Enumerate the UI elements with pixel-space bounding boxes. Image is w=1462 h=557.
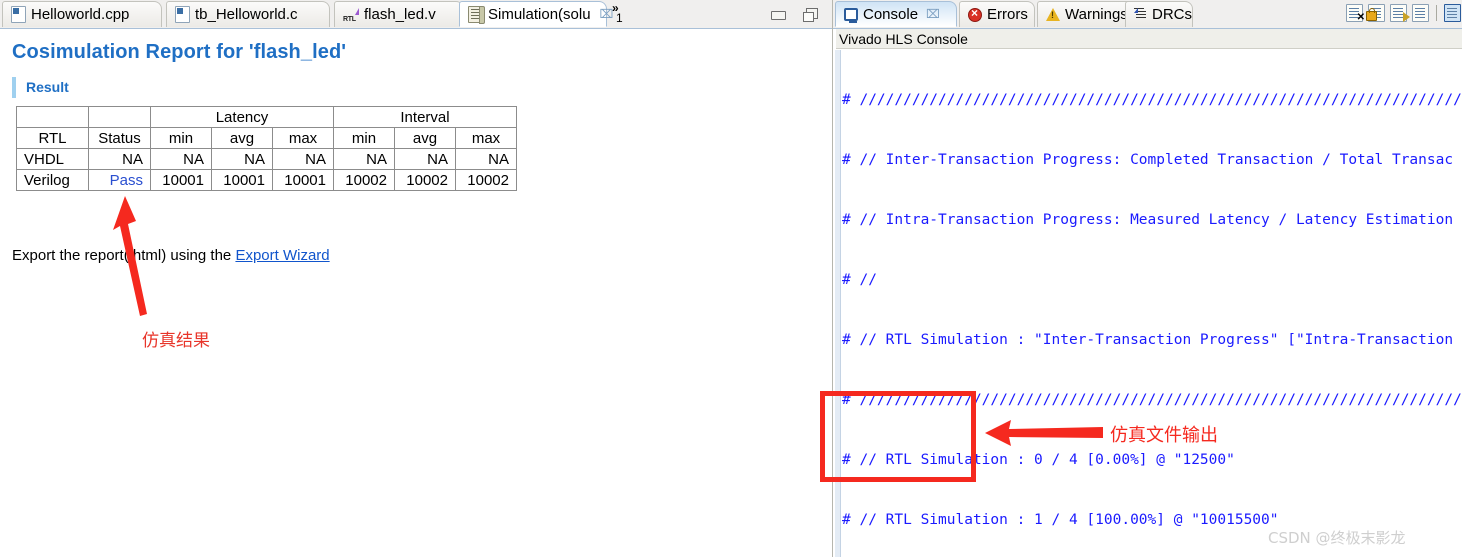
pin-console-icon[interactable]: [1390, 4, 1410, 22]
cell-latency-avg: NA: [211, 148, 273, 170]
display-selected-console-icon[interactable]: [1412, 4, 1429, 22]
column-header-status: Status: [88, 127, 151, 149]
cell-latency-min: 10001: [150, 169, 212, 191]
cell-interval-max: 10002: [455, 169, 517, 191]
editor-tab-label: Simulation(solu: [488, 5, 591, 23]
minimize-button[interactable]: [770, 8, 786, 22]
group-header-blank-1: [16, 106, 89, 128]
application-window: Helloworld.cpp tb_Helloworld.c RTL flash…: [0, 0, 1462, 557]
console-title: Vivado HLS Console: [836, 29, 1462, 49]
result-section-header: Result: [12, 77, 816, 98]
cell-interval-min: 10002: [333, 169, 395, 191]
cell-interval-max: NA: [455, 148, 517, 170]
console-line: # // Intra-Transaction Progress: Measure…: [842, 212, 1454, 228]
console-line: # //: [842, 272, 877, 288]
tab-drcs[interactable]: DRCs: [1125, 1, 1193, 27]
cell-rtl: VHDL: [16, 148, 89, 170]
column-header-latency-avg: avg: [211, 127, 273, 149]
column-header-interval-min: min: [333, 127, 395, 149]
column-header-latency-max: max: [272, 127, 334, 149]
tab-overflow-count: 1: [616, 11, 623, 25]
cell-interval-avg: 10002: [394, 169, 456, 191]
table-row: VHDL NA NA NA NA NA NA NA: [16, 148, 517, 170]
console-tab-label: Warnings: [1065, 6, 1128, 23]
editor-tab-simulation[interactable]: Simulation(solu ⌧: [459, 1, 613, 27]
tab-errors[interactable]: Errors: [959, 1, 1035, 27]
cell-latency-max: NA: [272, 148, 334, 170]
close-icon[interactable]: ⌧: [926, 7, 940, 21]
cell-latency-min: NA: [150, 148, 212, 170]
table-row: Verilog Pass 10001 10001 10001 10002 100…: [16, 169, 517, 191]
console-tab-label: Console: [863, 5, 919, 23]
annotation-arrow-left: [113, 196, 147, 316]
clear-console-icon[interactable]: ✕: [1346, 4, 1365, 23]
cell-interval-min: NA: [333, 148, 395, 170]
cosimulation-result-table: Latency Interval RTL Status min avg max …: [16, 106, 517, 191]
column-header-latency-min: min: [150, 127, 212, 149]
maximize-button[interactable]: [803, 8, 819, 22]
column-header-interval-avg: avg: [394, 127, 456, 149]
error-icon: [968, 6, 982, 22]
lock-scroll-icon[interactable]: [1366, 4, 1385, 22]
editor-tab-label: Helloworld.cpp: [31, 6, 130, 23]
simulation-report-icon: [468, 5, 485, 24]
editor-tab-label: flash_led.v: [364, 6, 436, 23]
group-header-latency: Latency: [150, 106, 334, 128]
console-tab-bar: Console ⌧ Errors Warnings DRCs ✕: [833, 0, 1462, 29]
console-line: # // Inter-Transaction Progress: Complet…: [842, 152, 1454, 168]
annotation-arrow-right: [985, 420, 1103, 446]
console-tab-label: Errors: [987, 6, 1028, 23]
cell-interval-avg: NA: [394, 148, 456, 170]
warning-icon: [1046, 8, 1060, 21]
table-header-row: RTL Status min avg max min avg max: [16, 127, 517, 149]
editor-tab-tb-helloworld-c[interactable]: tb_Helloworld.c: [166, 1, 330, 27]
group-header-interval: Interval: [333, 106, 517, 128]
editor-tab-label: tb_Helloworld.c: [195, 6, 298, 23]
cell-latency-max: 10001: [272, 169, 334, 191]
annotation-label-simulation-file-output: 仿真文件输出: [1110, 425, 1218, 446]
console-toolbar: ✕: [1346, 4, 1461, 23]
table-group-header-row: Latency Interval: [16, 106, 517, 128]
tab-overflow-indicator[interactable]: » 1: [612, 2, 623, 24]
editor-tab-flash-led-v[interactable]: RTL flash_led.v: [334, 1, 464, 27]
console-line: # //////////////////////////////////////…: [842, 92, 1462, 108]
console-icon: [844, 7, 858, 23]
toolbar-divider: [1436, 5, 1437, 21]
cell-latency-avg: 10001: [211, 169, 273, 191]
open-console-icon[interactable]: [1444, 4, 1461, 22]
editor-panel: Helloworld.cpp tb_Helloworld.c RTL flash…: [0, 0, 832, 557]
c-file-icon: [11, 6, 26, 23]
c-file-icon: [175, 6, 190, 23]
column-header-rtl: RTL: [16, 127, 89, 149]
watermark: CSDN @终极末影龙: [1268, 529, 1406, 547]
group-header-blank-2: [88, 106, 151, 128]
verilog-file-icon: RTL: [343, 7, 359, 23]
cell-status: NA: [88, 148, 151, 170]
status-badge: Pass: [88, 169, 151, 191]
cell-rtl: Verilog: [16, 169, 89, 191]
console-tab-label: DRCs: [1152, 6, 1192, 23]
export-wizard-link[interactable]: Export Wizard: [235, 247, 329, 264]
drc-icon: [1134, 8, 1147, 21]
result-section: Result Latency Interval RTL Status min a…: [12, 77, 816, 191]
console-line: # // RTL Simulation : "Inter-Transaction…: [842, 332, 1454, 348]
close-icon[interactable]: ⌧: [600, 7, 614, 21]
annotation-label-simulation-result: 仿真结果: [142, 331, 210, 351]
tab-console[interactable]: Console ⌧: [835, 1, 957, 27]
page-title: Cosimulation Report for 'flash_led': [12, 41, 347, 63]
annotation-box-result-output: [820, 391, 976, 482]
column-header-interval-max: max: [455, 127, 517, 149]
editor-tab-helloworld-cpp[interactable]: Helloworld.cpp: [2, 1, 162, 27]
editor-tab-bar: Helloworld.cpp tb_Helloworld.c RTL flash…: [0, 0, 832, 29]
